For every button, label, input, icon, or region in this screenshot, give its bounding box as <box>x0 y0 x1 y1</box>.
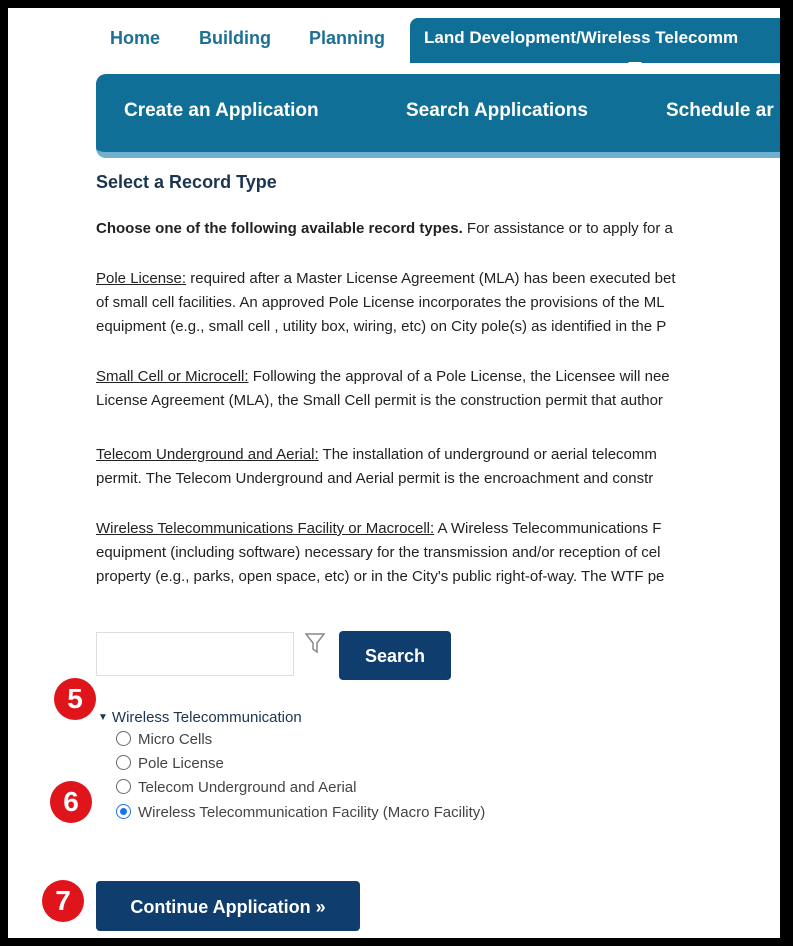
wtf-desc-2: equipment (including software) necessary… <box>96 544 661 561</box>
radio-option-telecom-underground[interactable]: Telecom Underground and Aerial <box>116 779 356 796</box>
subnav-schedule[interactable]: Schedule ar <box>666 100 774 122</box>
search-input[interactable] <box>96 632 294 676</box>
active-tab-indicator <box>628 62 642 69</box>
small-cell-desc-1: Small Cell or Microcell: Following the a… <box>96 368 670 385</box>
radio-button-selected[interactable] <box>116 804 131 819</box>
tab-planning[interactable]: Planning <box>309 18 385 63</box>
subnav-create-application[interactable]: Create an Application <box>124 100 319 122</box>
page-frame: Home Building Planning Land Development/… <box>8 8 780 938</box>
wtf-desc-3: property (e.g., parks, open space, etc) … <box>96 568 665 585</box>
funnel-icon[interactable] <box>304 632 326 654</box>
sub-navigation: Create an Application Search Application… <box>96 74 780 158</box>
intro-text: Choose one of the following available re… <box>96 220 673 237</box>
tab-building[interactable]: Building <box>199 18 271 63</box>
tree-group-wireless[interactable]: ▼ Wireless Telecommunication <box>98 709 302 726</box>
radio-button[interactable] <box>116 731 131 746</box>
radio-option-pole-license[interactable]: Pole License <box>116 755 224 772</box>
wtf-desc-1: Wireless Telecommunications Facility or … <box>96 520 662 537</box>
radio-option-micro-cells[interactable]: Micro Cells <box>116 731 212 748</box>
radio-button[interactable] <box>116 779 131 794</box>
subnav-search-applications[interactable]: Search Applications <box>406 100 588 122</box>
step-badge-6: 6 <box>50 781 92 823</box>
telecom-desc-1: Telecom Underground and Aerial: The inst… <box>96 446 657 463</box>
radio-button[interactable] <box>116 755 131 770</box>
top-nav: Home Building Planning Land Development/… <box>8 18 780 63</box>
tab-land-development[interactable]: Land Development/Wireless Telecomm <box>410 18 780 63</box>
pole-license-desc-1: Pole License: required after a Master Li… <box>96 270 676 287</box>
collapse-triangle-icon[interactable]: ▼ <box>98 712 108 723</box>
search-button[interactable]: Search <box>339 631 451 680</box>
small-cell-term: Small Cell or Microcell: <box>96 368 249 385</box>
wtf-term: Wireless Telecommunications Facility or … <box>96 520 435 537</box>
step-badge-5: 5 <box>54 678 96 720</box>
pole-license-term: Pole License: <box>96 270 187 287</box>
pole-license-desc-2: of small cell facilities. An approved Po… <box>96 294 665 311</box>
pole-license-desc-3: equipment (e.g., small cell , utility bo… <box>96 318 667 335</box>
telecom-desc-2: permit. The Telecom Underground and Aeri… <box>96 470 654 487</box>
radio-option-wtf-macro[interactable]: Wireless Telecommunication Facility (Mac… <box>116 804 485 821</box>
step-badge-7: 7 <box>42 880 84 922</box>
continue-application-button[interactable]: Continue Application » <box>96 881 360 931</box>
tab-home[interactable]: Home <box>110 18 160 63</box>
page-title: Select a Record Type <box>96 172 277 192</box>
telecom-term: Telecom Underground and Aerial: <box>96 446 319 463</box>
small-cell-desc-2: License Agreement (MLA), the Small Cell … <box>96 392 663 409</box>
